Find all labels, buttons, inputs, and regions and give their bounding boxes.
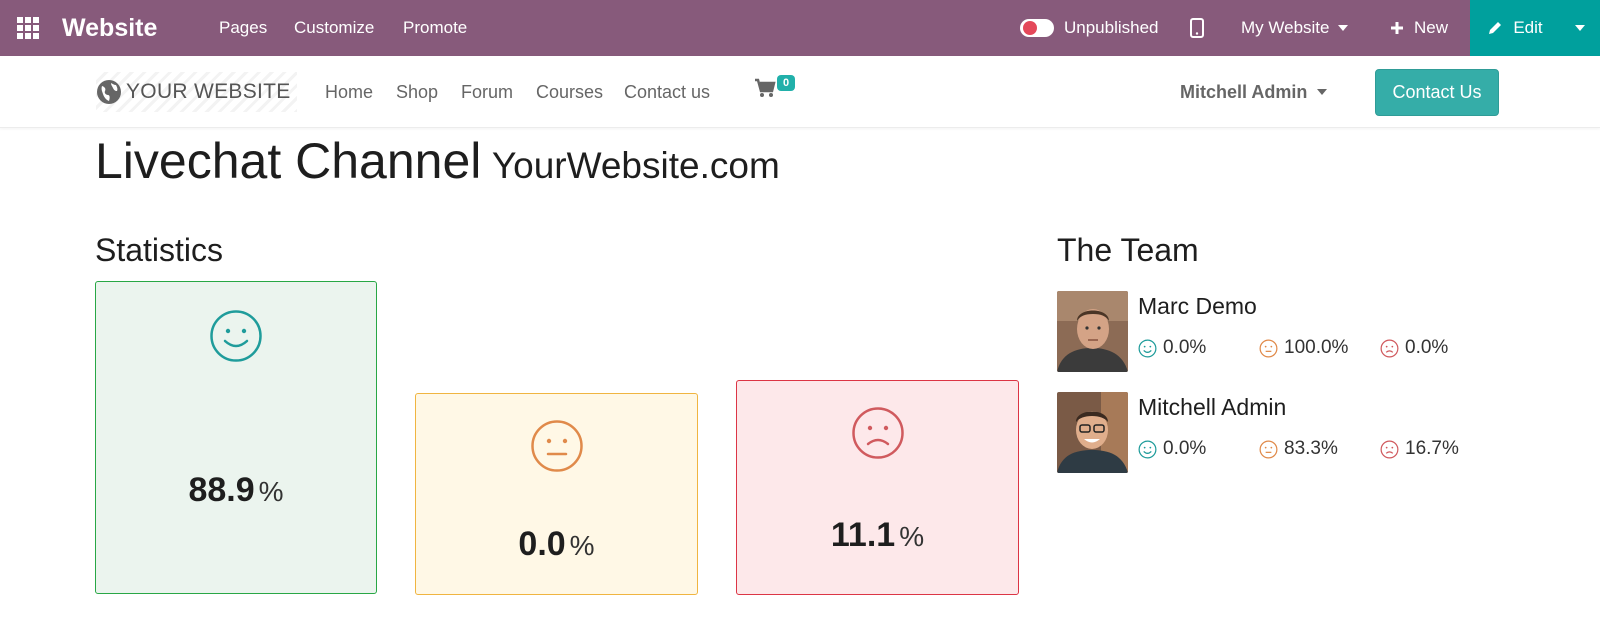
page-title: Livechat Channel YourWebsite.com xyxy=(95,132,780,190)
percent-symbol: % xyxy=(569,530,595,561)
statistics-heading: Statistics xyxy=(95,232,224,268)
publish-status: Unpublished xyxy=(1064,18,1159,37)
app-brand[interactable]: Website xyxy=(62,0,157,56)
sad-rate: 16.7% xyxy=(1405,438,1459,459)
apps-grid-icon[interactable] xyxy=(16,0,42,56)
edit-button-group: Edit xyxy=(1470,0,1600,56)
neutral-percent: 0.0 xyxy=(518,525,566,563)
edit-label: Edit xyxy=(1513,18,1543,37)
happy-percent: 88.9 xyxy=(188,471,255,509)
plus-icon xyxy=(1391,22,1403,34)
happy-rate: 0.0% xyxy=(1163,337,1207,358)
contact-us-button[interactable]: Contact Us xyxy=(1375,69,1499,116)
sad-rate: 0.0% xyxy=(1405,337,1449,358)
stat-happy-value: 88.9% xyxy=(96,471,376,510)
publish-toggle[interactable]: Unpublished xyxy=(1020,0,1159,56)
menu-promote[interactable]: Promote xyxy=(403,0,467,56)
mobile-icon[interactable] xyxy=(1190,0,1204,56)
website-selector-label: My Website xyxy=(1241,18,1330,37)
site-logo[interactable]: YOUR WEBSITE xyxy=(96,72,297,112)
member-happy-rating: 0.0% xyxy=(1138,337,1206,359)
member-name: Marc Demo xyxy=(1138,293,1257,319)
pencil-icon xyxy=(1489,22,1502,34)
member-sad-rating: 0.0% xyxy=(1380,337,1448,359)
chevron-down-icon xyxy=(1317,89,1328,95)
toggle-switch[interactable] xyxy=(1020,19,1054,37)
sad-face-icon xyxy=(851,407,904,459)
team-member: Mitchell Admin 0.0% 83.3% 16.7% xyxy=(1057,392,1557,474)
neutral-rate: 100.0% xyxy=(1284,337,1349,358)
logo-text: YOUR WEBSITE xyxy=(126,80,291,103)
stat-neutral-box: 0.0% xyxy=(415,393,698,595)
neutral-face-icon xyxy=(1259,440,1278,458)
edit-dropdown-toggle[interactable] xyxy=(1560,0,1600,56)
avatar xyxy=(1057,291,1128,372)
member-sad-rating: 16.7% xyxy=(1380,438,1459,460)
stat-neutral-value: 0.0% xyxy=(416,525,697,564)
sad-face-icon xyxy=(1380,440,1399,458)
new-label: New xyxy=(1414,18,1449,37)
new-button[interactable]: New xyxy=(1390,0,1448,56)
member-neutral-rating: 100.0% xyxy=(1259,337,1348,359)
user-menu[interactable]: Mitchell Admin xyxy=(1180,56,1328,128)
sad-percent: 11.1 xyxy=(830,516,896,554)
user-name: Mitchell Admin xyxy=(1180,81,1308,102)
team-heading: The Team xyxy=(1057,232,1199,268)
team-member: Marc Demo 0.0% 100.0% 0.0% xyxy=(1057,291,1557,373)
menu-customize[interactable]: Customize xyxy=(294,0,374,56)
menu-pages[interactable]: Pages xyxy=(219,0,267,56)
nav-contact-us[interactable]: Contact us xyxy=(624,56,710,128)
stat-happy-box: 88.9% xyxy=(95,281,377,594)
neutral-face-icon xyxy=(1259,339,1278,357)
smile-icon xyxy=(210,310,262,362)
nav-home[interactable]: Home xyxy=(325,56,373,128)
stat-sad-value: 11.1% xyxy=(737,516,1018,555)
cart-count-badge: 0 xyxy=(777,75,796,91)
chevron-down-icon xyxy=(1337,25,1348,31)
avatar xyxy=(1057,392,1128,473)
smile-icon xyxy=(1138,440,1157,458)
stat-sad-box: 11.1% xyxy=(736,380,1019,595)
cart-icon[interactable] xyxy=(754,78,776,103)
happy-rate: 0.0% xyxy=(1163,438,1207,459)
nav-courses[interactable]: Courses xyxy=(536,56,603,128)
website-header: YOUR WEBSITE Home Shop Forum Courses Con… xyxy=(0,56,1600,128)
neutral-rate: 83.3% xyxy=(1284,438,1338,459)
page-title-main: Livechat Channel xyxy=(95,133,482,189)
neutral-face-icon xyxy=(530,420,583,472)
chevron-down-icon xyxy=(1575,25,1585,31)
nav-shop[interactable]: Shop xyxy=(396,56,438,128)
member-name: Mitchell Admin xyxy=(1138,394,1287,420)
edit-button[interactable]: Edit xyxy=(1470,0,1560,56)
sad-face-icon xyxy=(1380,339,1399,357)
member-happy-rating: 0.0% xyxy=(1138,438,1206,460)
percent-symbol: % xyxy=(899,521,925,552)
member-neutral-rating: 83.3% xyxy=(1259,438,1338,460)
page-subtitle: YourWebsite.com xyxy=(491,145,780,186)
globe-icon xyxy=(97,80,121,104)
website-selector[interactable]: My Website xyxy=(1241,0,1348,56)
admin-topbar: Website Pages Customize Promote Unpublis… xyxy=(0,0,1600,56)
percent-symbol: % xyxy=(258,476,284,507)
smile-icon xyxy=(1138,339,1157,357)
nav-forum[interactable]: Forum xyxy=(461,56,513,128)
